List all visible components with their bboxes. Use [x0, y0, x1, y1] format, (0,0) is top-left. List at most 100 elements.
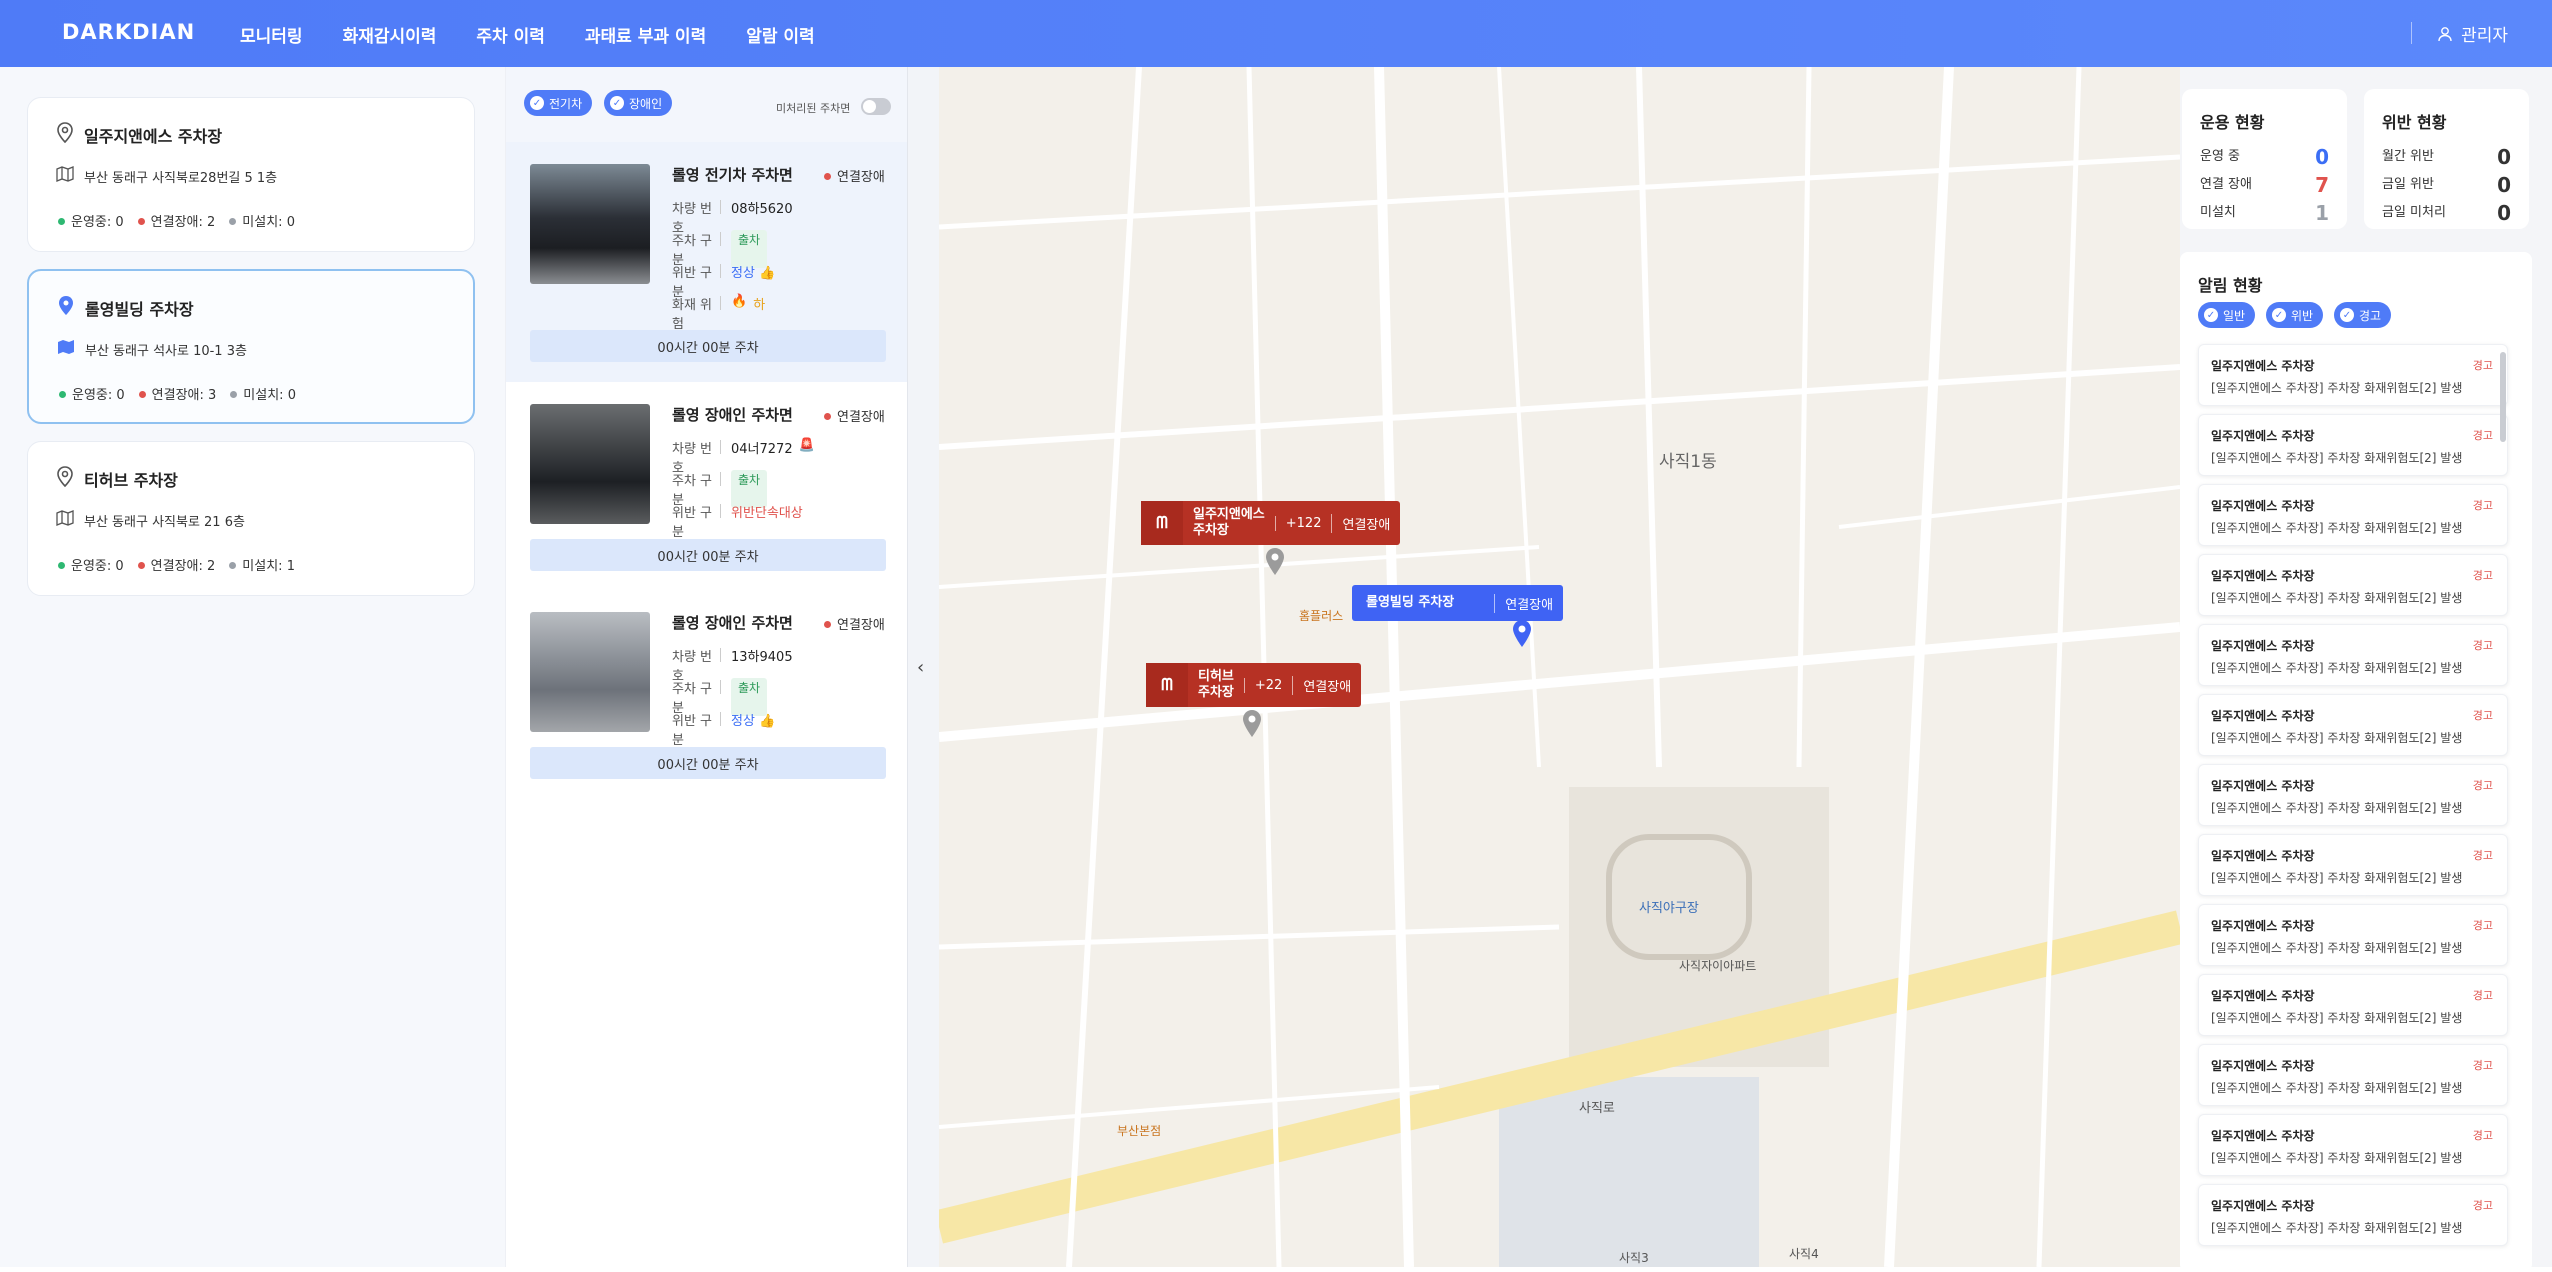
- stat-conn-error-text: 연결장애: 2: [150, 215, 216, 230]
- filter-chip-label: 장애인: [629, 96, 663, 111]
- ops-value: 7: [2315, 173, 2329, 197]
- nav-parking-history[interactable]: 주차 이력: [476, 22, 544, 47]
- stat-running: 운영중: 0: [58, 211, 124, 230]
- check-icon: ✓: [2340, 308, 2354, 322]
- alert-item-level: 경고: [2472, 359, 2493, 372]
- alert-item[interactable]: 일주지앤에스 주차장 [일주지앤에스 주차장] 주차장 화재위험도[2] 발생 경고: [2198, 1114, 2508, 1176]
- stat-conn-error-text: 연결장애: 2: [150, 559, 216, 574]
- filter-bar: ✓ 전기차 ✓ 장애인 미처리된 주차면: [506, 67, 908, 142]
- alert-item[interactable]: 일주지앤에스 주차장 [일주지앤에스 주차장] 주차장 화재위험도[2] 발생 경고: [2198, 484, 2508, 546]
- lot-stats: 운영중: 0 연결장애: 2 미설치: 0: [58, 211, 295, 230]
- check-icon: ✓: [530, 96, 544, 110]
- marker-status: 연결장애: [1494, 593, 1563, 613]
- user-menu[interactable]: 관리자: [2437, 21, 2508, 46]
- viol-value: 0: [2497, 145, 2511, 169]
- lot-marker[interactable]: ᗰ 티허브 주차장 +22 연결장애: [1146, 663, 1362, 707]
- marker-name: 롤영빌딩 주차장: [1366, 595, 1455, 610]
- marker-status: 연결장애: [1331, 513, 1400, 533]
- lot-marker-selected[interactable]: 롤영빌딩 주차장 연결장애: [1352, 585, 1564, 621]
- alert-item-title: 일주지앤에스 주차장: [2211, 359, 2315, 373]
- space-status: 연결장애: [824, 166, 885, 185]
- location-pin-icon: [57, 466, 73, 488]
- alert-item[interactable]: 일주지앤에스 주차장 [일주지앤에스 주차장] 주차장 화재위험도[2] 발생 경고: [2198, 1044, 2508, 1106]
- map-road-label: 사직4: [1789, 1247, 1819, 1261]
- space-status-text: 연결장애: [837, 170, 885, 185]
- parking-duration: 00시간 00분 주차: [530, 747, 886, 779]
- space-card[interactable]: 롤영 전기차 주차면 연결장애 차량 번호 08하5620 주차 구분 출차 위반 …: [506, 142, 908, 382]
- marker-name: 티허브 주차장: [1198, 669, 1234, 700]
- alert-item[interactable]: 일주지앤에스 주차장 [일주지앤에스 주차장] 주차장 화재위험도[2] 발생 경고: [2198, 1184, 2508, 1246]
- marker-name: 일주지앤에스 주차장: [1193, 507, 1265, 538]
- fire-row: 화재 위험 🔥 하: [672, 294, 765, 332]
- top-navigation-bar: DARKDIAN 모니터링 화재감시이력 주차 이력 과태료 부과 이력 알람 …: [0, 0, 2552, 67]
- violation-value: 정상 👍: [731, 714, 776, 729]
- unprocessed-toggle[interactable]: [861, 98, 891, 115]
- map-pin-icon[interactable]: [1242, 709, 1262, 739]
- vehicle-photo: [530, 164, 650, 284]
- nav-fire-history[interactable]: 화재감시이력: [343, 22, 437, 47]
- alert-item[interactable]: 일주지앤에스 주차장 [일주지앤에스 주차장] 주차장 화재위험도[2] 발생 경고: [2198, 694, 2508, 756]
- space-title: 롤영 장애인 주차면: [672, 614, 793, 632]
- alert-item[interactable]: 일주지앤에스 주차장 [일주지앤에스 주차장] 주차장 화재위험도[2] 발생 경고: [2198, 414, 2508, 476]
- panel-collapse-handle[interactable]: ‹: [907, 67, 939, 1267]
- stat-uninstalled-text: 미설치: 1: [242, 559, 295, 574]
- space-status: 연결장애: [824, 614, 885, 633]
- alert-item-message: [일주지앤에스 주차장] 주차장 화재위험도[2] 발생: [2211, 1151, 2463, 1165]
- space-title: 롤영 전기차 주차면: [672, 166, 793, 184]
- space-status-text: 연결장애: [837, 410, 885, 425]
- nav-monitoring[interactable]: 모니터링: [240, 22, 303, 47]
- alert-item-level: 경고: [2472, 989, 2493, 1002]
- lot-card[interactable]: 티허브 주차장 부산 동래구 사직북로 21 6층 운영중: 0 연결장애: 2…: [27, 441, 475, 596]
- violation-row: 위반 구분 위반단속대상: [672, 502, 803, 540]
- alert-item-title: 일주지앤에스 주차장: [2211, 429, 2315, 443]
- stat-conn-error: 연결장애: 3: [138, 384, 216, 403]
- space-title: 롤영 장애인 주차면: [672, 406, 793, 424]
- user-label: 관리자: [2461, 26, 2508, 46]
- vehicle-photo: [530, 404, 650, 524]
- check-icon: ✓: [2272, 308, 2286, 322]
- alert-scrollbar[interactable]: [2500, 352, 2506, 442]
- alert-item-title: 일주지앤에스 주차장: [2211, 1059, 2315, 1073]
- app-logo[interactable]: DARKDIAN: [62, 20, 195, 44]
- stat-running-text: 운영중: 0: [71, 215, 124, 230]
- lot-card[interactable]: 일주지앤에스 주차장 부산 동래구 사직북로28번길 5 1층 운영중: 0 연…: [27, 97, 475, 252]
- nav-fine-history[interactable]: 과태료 부과 이력: [585, 22, 706, 47]
- nav-divider: [2411, 22, 2412, 44]
- alert-item[interactable]: 일주지앤에스 주차장 [일주지앤에스 주차장] 주차장 화재위험도[2] 발생 경고: [2198, 834, 2508, 896]
- alert-filter-general[interactable]: ✓ 일반: [2198, 302, 2256, 328]
- alert-item[interactable]: 일주지앤에스 주차장 [일주지앤에스 주차장] 주차장 화재위험도[2] 발생 경고: [2198, 554, 2508, 616]
- alert-item-level: 경고: [2472, 919, 2493, 932]
- alert-filter-warning[interactable]: ✓ 경고: [2334, 302, 2392, 328]
- alert-item[interactable]: 일주지앤에스 주차장 [일주지앤에스 주차장] 주차장 화재위험도[2] 발생 경고: [2198, 764, 2508, 826]
- ops-value: 0: [2315, 145, 2329, 169]
- alert-item-level: 경고: [2472, 779, 2493, 792]
- stat-uninstalled: 미설치: 0: [230, 384, 296, 403]
- alert-chip-label: 일반: [2223, 308, 2246, 323]
- alert-item-title: 일주지앤에스 주차장: [2211, 919, 2315, 933]
- map-pin-icon[interactable]: [1265, 547, 1285, 577]
- alert-item[interactable]: 일주지앤에스 주차장 [일주지앤에스 주차장] 주차장 화재위험도[2] 발생 경고: [2198, 624, 2508, 686]
- alert-item-message: [일주지앤에스 주차장] 주차장 화재위험도[2] 발생: [2211, 1081, 2463, 1095]
- space-card[interactable]: 롤영 장애인 주차면 연결장애 차량 번호 13하9405 주차 구분 출차 위반 …: [506, 612, 908, 822]
- alert-item[interactable]: 일주지앤에스 주차장 [일주지앤에스 주차장] 주차장 화재위험도[2] 발생 경고: [2198, 974, 2508, 1036]
- stat-uninstalled-text: 미설치: 0: [242, 215, 295, 230]
- map-pin-icon[interactable]: [1512, 619, 1532, 649]
- map-view[interactable]: 사직1동 사직로 사직3 사직4 사직야구장 부산본점 홈플러스 사직자이아파트…: [939, 67, 2180, 1267]
- filter-chip-ev[interactable]: ✓ 전기차: [524, 90, 593, 116]
- nav-alarm-history[interactable]: 알람 이력: [746, 22, 814, 47]
- alert-item[interactable]: 일주지앤에스 주차장 [일주지앤에스 주차장] 주차장 화재위험도[2] 발생 경고: [2198, 344, 2508, 406]
- space-card[interactable]: 롤영 장애인 주차면 연결장애 차량 번호 04너7272 🚨 주차 구분 출차 위반…: [506, 382, 908, 592]
- lot-card-selected[interactable]: 롤영빌딩 주차장 부산 동래구 석사로 10-1 3층 운영중: 0 연결장애:…: [27, 269, 475, 424]
- alert-item-message: [일주지앤에스 주차장] 주차장 화재위험도[2] 발생: [2211, 871, 2463, 885]
- alert-item-title: 일주지앤에스 주차장: [2211, 1199, 2315, 1213]
- ops-row: 연결 장애 7: [2200, 173, 2329, 197]
- alert-chip-label: 경고: [2359, 308, 2382, 323]
- filter-chip-disabled[interactable]: ✓ 장애인: [604, 90, 673, 116]
- viol-value: 0: [2497, 173, 2511, 197]
- alert-item[interactable]: 일주지앤에스 주차장 [일주지앤에스 주차장] 주차장 화재위험도[2] 발생 경고: [2198, 904, 2508, 966]
- alert-filter-violation[interactable]: ✓ 위반: [2266, 302, 2324, 328]
- parking-duration: 00시간 00분 주차: [530, 539, 886, 571]
- lot-marker[interactable]: ᗰ 일주지앤에스 주차장 +122 연결장애: [1141, 501, 1401, 545]
- alert-item-level: 경고: [2472, 709, 2493, 722]
- stat-conn-error: 연결장애: 2: [137, 555, 216, 574]
